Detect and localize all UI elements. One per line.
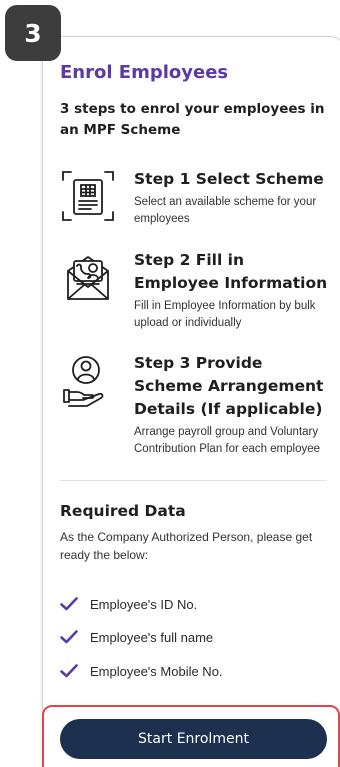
person-hand-icon	[60, 352, 116, 410]
required-item-label: Employee's ID No.	[90, 596, 198, 612]
step-1-text: Step 1 Select Scheme Select an available…	[134, 168, 332, 228]
required-item-label: Employee's Mobile No.	[90, 663, 223, 679]
step-2-description: Fill in Employee Information by bulk upl…	[134, 300, 316, 329]
step-2-text: Step 2 Fill in Employee Information Fill…	[134, 249, 332, 332]
required-item-label: Employee's full name	[90, 629, 214, 645]
step-number-badge: 3	[5, 5, 61, 61]
checkmark-icon	[60, 597, 78, 611]
step-1-title: Step 1 Select Scheme	[134, 170, 324, 188]
required-item: Employee's Mobile No.	[60, 660, 223, 682]
required-item: Employee's ID No.	[60, 593, 197, 615]
step-3-text: Step 3 Provide Scheme Arrangement Detail…	[134, 352, 332, 458]
required-data-title: Required Data	[60, 502, 186, 520]
checkmark-icon	[60, 664, 78, 678]
start-enrolment-button[interactable]: Start Enrolment	[60, 719, 327, 759]
required-data-description: As the Company Authorized Person, please…	[60, 530, 313, 562]
section-divider	[60, 480, 327, 481]
card-title: Enrol Employees	[60, 62, 229, 83]
card-subtitle: 3 steps to enrol your employees in an MP…	[60, 101, 325, 138]
checkmark-icon	[60, 630, 78, 644]
step-3-description: Arrange payroll group and Voluntary Cont…	[134, 426, 321, 455]
required-item: Employee's full name	[60, 626, 213, 648]
step-3-title: Step 3 Provide Scheme Arrangement Detail…	[134, 354, 324, 418]
contact-envelope-icon	[60, 249, 116, 307]
scheme-document-icon	[60, 168, 116, 226]
step-1-description: Select an available scheme for your empl…	[134, 196, 317, 225]
step-2-title: Step 2 Fill in Employee Information	[134, 251, 328, 292]
